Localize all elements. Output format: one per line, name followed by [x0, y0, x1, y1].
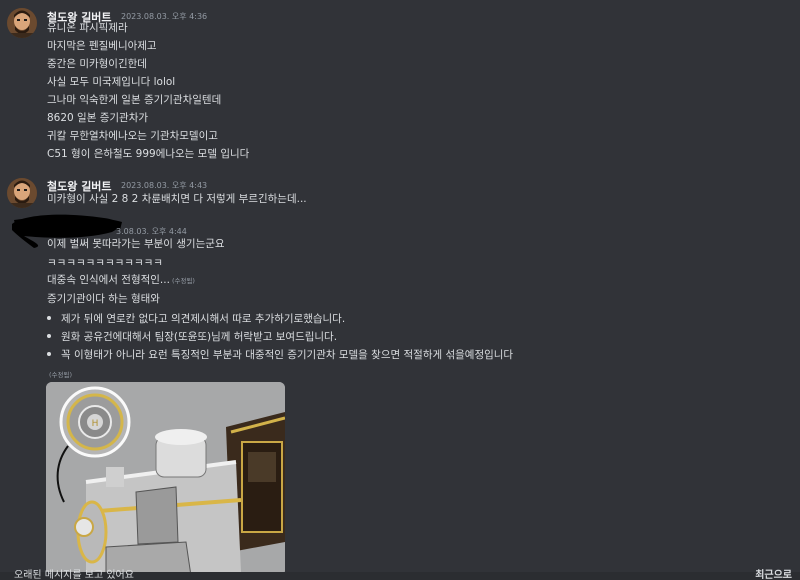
bullet-dot — [47, 316, 51, 320]
message-line: C51 형이 은하철도 999에나오는 모델 입니다 — [47, 148, 250, 160]
train-illustration-icon: H — [46, 382, 285, 572]
edited-label: (수정됨) — [171, 277, 195, 285]
message-line: 마지막은 펜질베니아제고 — [47, 40, 157, 52]
list-item-text: 꼭 이형태가 아니라 요런 특징적인 부분과 대중적인 증기기관차 모델을 찾으… — [61, 349, 514, 361]
list-item: 원화 공유건에대해서 팀장(또윤또)님께 허락받고 보여드립니다. — [47, 330, 337, 344]
svg-text:H: H — [92, 419, 99, 429]
message-line: 8620 일본 증기관차가 — [47, 112, 149, 124]
message-line: 미카형이 사실 2 8 2 차륜배치면 다 저렇게 부르긴하는데... — [47, 193, 307, 205]
bullet-dot — [47, 352, 51, 356]
jump-to-present-button[interactable]: 최근으로 — [755, 571, 792, 580]
message-line: 그나마 익숙한게 일본 증기기관차일텐데 — [47, 94, 222, 106]
avatar[interactable] — [7, 178, 37, 208]
message-line: 증기기관이다 하는 형태와 — [47, 293, 160, 305]
message-timestamp: 3.08.03. 오후 4:44 — [116, 227, 187, 236]
message-line: 사실 모두 미국제입니다 lolol — [47, 76, 176, 88]
message-line: 대중속 인식에서 전형적인... (수정됨) — [47, 273, 195, 288]
message-line: 이제 벌써 못따라가는 부분이 생기는군요 — [47, 238, 225, 250]
message-line: 유니온 파시픽제라 — [47, 22, 128, 34]
list-item: 제가 뒤에 연로칸 없다고 의견제시해서 따로 추가하기로했습니다. — [47, 312, 345, 326]
attachment-edited-label: (수정됨) — [49, 371, 73, 379]
list-item: 꼭 이형태가 아니라 요런 특징적인 부분과 대중적인 증기기관차 모델을 찾으… — [47, 348, 513, 362]
bullet-dot — [47, 334, 51, 338]
list-item-text: 제가 뒤에 연로칸 없다고 의견제시해서 따로 추가하기로했습니다. — [61, 313, 346, 325]
message-line: 귀칼 무한열차에나오는 기관차모델이고 — [47, 130, 218, 142]
avatar[interactable] — [7, 8, 37, 38]
viewing-older-messages-label: 오래된 메시지를 보고 있어요 — [14, 570, 134, 580]
message-timestamp: 2023.08.03. 오후 4:43 — [121, 181, 208, 190]
message-line: 중간은 미카형이긴한데 — [47, 58, 147, 70]
message-line: ㅋㅋㅋㅋㅋㅋㅋㅋㅋㅋㅋㅋ — [47, 257, 163, 269]
message-line-text: 대중속 인식에서 전형적인... — [47, 274, 170, 286]
list-item-text: 원화 공유건에대해서 팀장(또윤또)님께 허락받고 보여드립니다. — [61, 331, 338, 343]
message-timestamp: 2023.08.03. 오후 4:36 — [121, 12, 208, 21]
image-attachment[interactable]: H — [46, 382, 285, 572]
chat-message-list[interactable]: 철도왕 길버트 2023.08.03. 오후 4:36 유니온 파시픽제라 마지… — [0, 0, 800, 572]
